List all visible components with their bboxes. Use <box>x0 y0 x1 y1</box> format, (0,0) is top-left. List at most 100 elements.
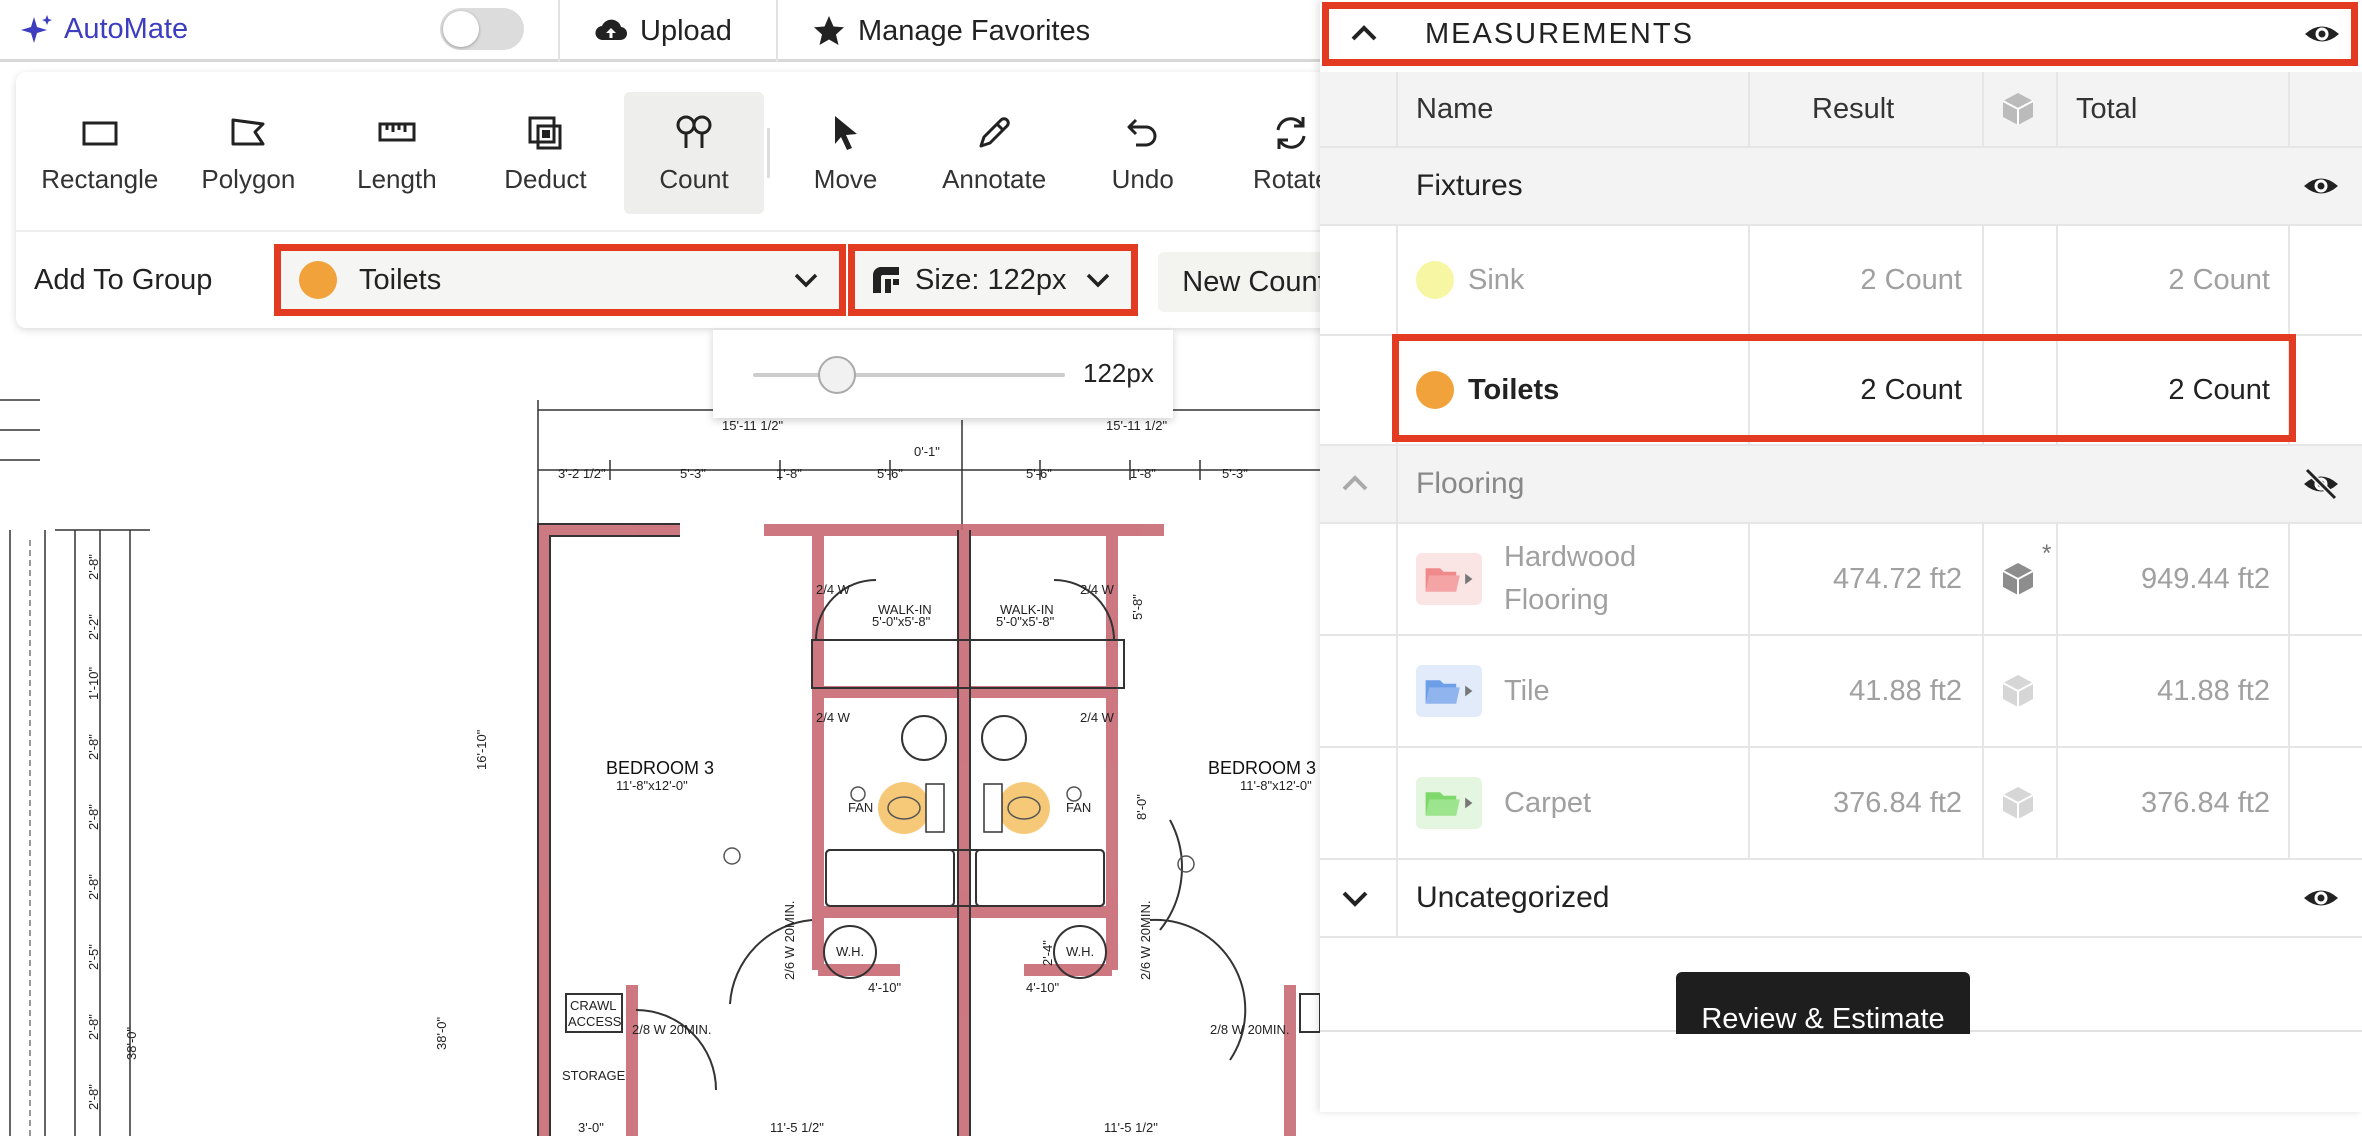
group-row-flooring[interactable]: Flooring <box>1320 446 2362 524</box>
upload-button[interactable]: Upload <box>558 0 776 62</box>
tool-annotate[interactable]: Annotate <box>924 92 1064 214</box>
sub-dim: 1'-8" <box>776 466 802 481</box>
column-result[interactable]: Result <box>1812 72 1894 146</box>
review-estimate-button[interactable]: Review & Estimate <box>1676 972 1970 1034</box>
plan-note: FAN <box>1066 800 1091 815</box>
top-dim: 15'-11 1/2" <box>1106 418 1167 433</box>
fixtures-visibility[interactable] <box>2302 148 2350 224</box>
group-name: Fixtures <box>1416 169 1523 202</box>
eye-off-icon <box>2304 467 2338 501</box>
tool-undo[interactable]: Undo <box>1073 92 1213 214</box>
plan-note: W.H. <box>836 944 864 959</box>
rectangle-icon <box>82 121 118 145</box>
eye-icon[interactable] <box>2303 15 2341 53</box>
multiplier-cube[interactable] <box>1998 636 2038 746</box>
group-select[interactable]: Toilets <box>274 244 846 316</box>
group-row: Add To Group Toilets Size: 122px New Cou… <box>16 232 1370 328</box>
group-select-value: Toilets <box>359 263 442 296</box>
flooring-visibility[interactable] <box>2302 446 2350 522</box>
room-label: BEDROOM 3 <box>1208 758 1316 778</box>
room-dims: 11'-8"x12'-0" <box>616 778 688 793</box>
review-estimate-label: Review & Estimate <box>1701 1003 1945 1034</box>
folder-icon[interactable] <box>1416 636 1482 746</box>
uncategorized-expand[interactable] <box>1338 860 1372 936</box>
size-dropdown[interactable]: Size: 122px <box>848 244 1138 316</box>
rotate-icon <box>1276 116 1306 149</box>
column-header-row: Name Result Total <box>1320 72 2362 148</box>
plan-note: CRAWL <box>570 998 616 1013</box>
multiplier-cube[interactable] <box>1998 748 2038 858</box>
list-item-hardwood-flooring[interactable]: Hardwood Flooring 474.72 ft2 * 949.44 ft… <box>1320 524 2362 636</box>
item-result: 376.84 ft2 <box>1833 786 1962 819</box>
multiplier-mark: * <box>2042 540 2052 567</box>
list-item-tile[interactable]: Tile 41.88 ft2 41.88 ft2 <box>1320 636 2362 748</box>
folder-icon[interactable] <box>1416 748 1482 858</box>
sub-dim: 5'-6" <box>1026 466 1052 481</box>
closet-dims: 5'-0"x5'-8" <box>872 614 931 629</box>
closet-dims: 5'-0"x5'-8" <box>996 614 1055 629</box>
plan-note: 2/4 W <box>1080 710 1115 725</box>
group-row-uncategorized[interactable]: Uncategorized <box>1320 860 2362 938</box>
size-slider-track[interactable] <box>753 373 1065 377</box>
tool-divider <box>766 128 770 178</box>
item-total: 2 Count <box>2168 263 2270 296</box>
uncategorized-visibility[interactable] <box>2302 860 2350 936</box>
group-row-fixtures[interactable]: Fixtures <box>1320 148 2362 226</box>
folder-icon[interactable] <box>1416 524 1482 634</box>
plan-note: W.H. <box>1066 944 1094 959</box>
chevron-up-icon[interactable] <box>1347 17 1381 51</box>
tool-length[interactable]: Length <box>327 92 467 214</box>
tool-deduct[interactable]: Deduct <box>476 92 616 214</box>
left-dim: 2'-8" <box>86 804 101 830</box>
column-total[interactable]: Total <box>2076 72 2137 146</box>
item-name-line1: Hardwood <box>1504 540 1637 573</box>
tool-polygon[interactable]: Polygon <box>179 92 319 214</box>
tool-label: Annotate <box>942 163 1047 194</box>
cube-icon <box>2002 675 2034 707</box>
mode-toggle[interactable] <box>440 8 524 50</box>
item-result: 474.72 ft2 <box>1833 562 1962 595</box>
room-dims: 11'-8"x12'-0" <box>1240 778 1312 793</box>
item-name: Tile <box>1504 674 1550 707</box>
pen-icon <box>979 116 1010 147</box>
group-name: Flooring <box>1416 467 1525 500</box>
column-name[interactable]: Name <box>1416 72 1493 146</box>
app-name: AutoMate <box>64 13 189 45</box>
plan-note: 2/6 W 20MIN. <box>782 901 797 980</box>
chevron-down-icon <box>1086 273 1110 288</box>
left-dim: 5'-8" <box>1130 594 1145 620</box>
chevron-up-icon <box>1342 475 1368 491</box>
measurements-panel: MEASUREMENTS Name Result Total Fixtures … <box>1320 0 2362 1112</box>
sub-dim: 0'-1" <box>914 444 940 459</box>
tool-label: Move <box>813 163 878 194</box>
add-to-group-label: Add To Group <box>34 263 213 296</box>
item-name: Hardwood Flooring <box>1504 524 1636 634</box>
left-dim: 1'-10" <box>86 666 101 700</box>
flooring-collapse[interactable] <box>1338 446 1372 522</box>
tool-row: Rectangle Polygon Length Deduct Count Mo… <box>16 72 1370 232</box>
item-result: 41.88 ft2 <box>1849 674 1962 707</box>
left-dim: 2'-8" <box>86 1014 101 1040</box>
app-logo[interactable]: AutoMate <box>0 13 420 47</box>
plan-note: 2/4 W <box>816 582 851 597</box>
tool-move[interactable]: Move <box>776 92 916 214</box>
plan-note: 2/4 W <box>1080 582 1115 597</box>
tool-rectangle[interactable]: Rectangle <box>30 92 170 214</box>
size-slider-thumb[interactable] <box>818 356 856 394</box>
list-item-carpet[interactable]: Carpet 376.84 ft2 376.84 ft2 <box>1320 748 2362 860</box>
left-dim: 38'-0" <box>124 1026 139 1060</box>
measurements-header[interactable]: MEASUREMENTS <box>1322 2 2358 66</box>
tool-count[interactable]: Count <box>624 92 764 214</box>
tool-label: Length <box>357 163 437 194</box>
cube-icon <box>2002 563 2034 595</box>
list-item-sink[interactable]: Sink 2 Count 2 Count <box>1320 226 2362 336</box>
manage-favorites-button[interactable]: Manage Favorites <box>776 0 1320 62</box>
cube-icon <box>2002 787 2034 819</box>
plan-note: 2/4 W <box>816 710 851 725</box>
left-dim: 16'-10" <box>474 729 489 770</box>
chevron-down-icon <box>794 273 818 288</box>
item-name-line2: Flooring <box>1504 584 1609 616</box>
column-multiplier <box>1998 72 2038 146</box>
item-total: 41.88 ft2 <box>2157 674 2270 707</box>
multiplier-cube[interactable]: * <box>1998 524 2051 634</box>
